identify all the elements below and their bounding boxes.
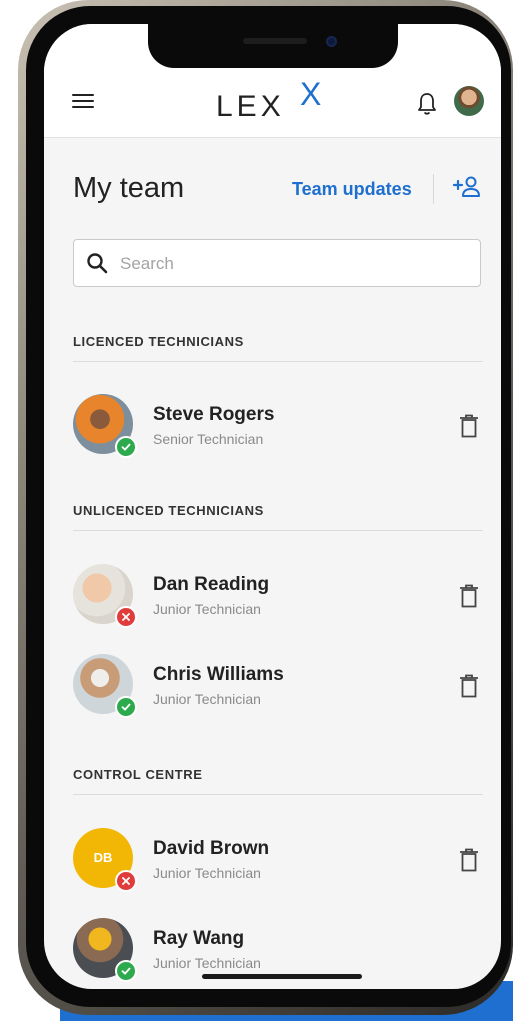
member-role: Junior Technician [153,601,261,617]
delete-member-icon[interactable] [459,674,479,703]
hamburger-menu-icon[interactable] [72,94,94,108]
user-avatar[interactable] [454,86,484,116]
page-title: My team [73,172,185,204]
team-member-row[interactable]: Steve Rogers Senior Technician [73,394,483,458]
search-input[interactable] [118,250,462,278]
team-member-row[interactable]: Dan Reading Junior Technician [73,564,483,628]
phone-bezel: LEX X My team Team updates Search LICENC… [26,6,511,1007]
speaker-grille [243,38,307,44]
section-divider [73,361,483,362]
member-role: Junior Technician [153,691,261,707]
search-icon [86,252,108,279]
logo-text: LEX [216,90,285,123]
section-divider [73,794,483,795]
status-inactive-icon [115,870,137,892]
team-member-row[interactable]: DB David Brown Junior Technician [73,828,483,892]
status-active-icon [115,436,137,458]
section-divider [73,530,483,531]
search-box[interactable] [73,239,481,287]
member-role: Junior Technician [153,955,261,971]
team-member-row[interactable]: Ray Wang Junior Technician [73,918,483,982]
status-inactive-icon [115,606,137,628]
phone-frame: LEX X My team Team updates Search LICENC… [18,0,513,1015]
bell-icon[interactable] [416,92,438,121]
front-camera [326,36,337,47]
status-active-icon [115,696,137,718]
delete-member-icon[interactable] [459,584,479,613]
member-name: Ray Wang [153,928,245,949]
team-member-row[interactable]: Chris Williams Junior Technician [73,654,483,718]
member-name: Steve Rogers [153,404,275,425]
app-header: LEX X [44,24,501,138]
section-label: LICENCED TECHNICIANS [73,334,244,349]
member-name: David Brown [153,838,270,859]
device-notch [148,24,398,68]
app-screen: LEX X My team Team updates Search LICENC… [44,24,501,989]
add-user-icon[interactable] [452,175,482,204]
section-unlicenced-technicians: UNLICENCED TECHNICIANS [73,503,483,531]
section-label: UNLICENCED TECHNICIANS [73,503,264,518]
section-licenced-technicians: LICENCED TECHNICIANS [73,334,483,362]
member-role: Junior Technician [153,865,261,881]
member-role: Senior Technician [153,431,264,447]
home-indicator[interactable] [202,974,362,979]
member-name: Chris Williams [153,664,284,685]
logo-accent: X [300,76,322,112]
delete-member-icon[interactable] [459,414,479,443]
member-name: Dan Reading [153,574,270,595]
section-label: CONTROL CENTRE [73,767,203,782]
team-updates-link[interactable]: Team updates [292,179,412,200]
header-divider [433,174,434,204]
status-active-icon [115,960,137,982]
section-control-centre: CONTROL CENTRE [73,767,483,795]
delete-member-icon[interactable] [459,848,479,877]
